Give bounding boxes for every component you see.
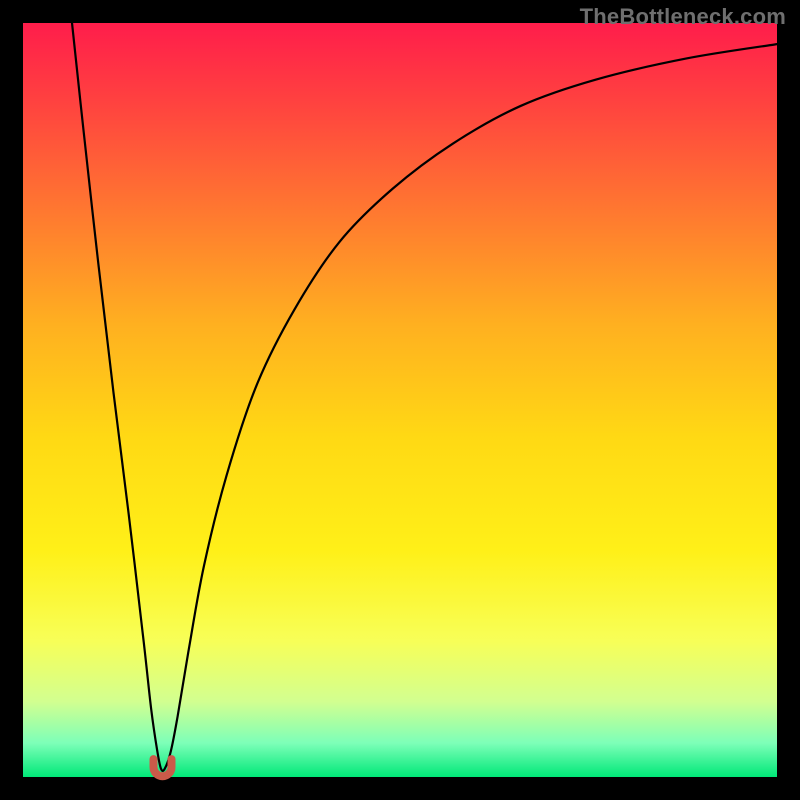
gradient-background xyxy=(23,23,777,777)
watermark-text: TheBottleneck.com xyxy=(580,4,786,30)
chart-frame: TheBottleneck.com xyxy=(0,0,800,800)
bottleneck-chart xyxy=(0,0,800,800)
